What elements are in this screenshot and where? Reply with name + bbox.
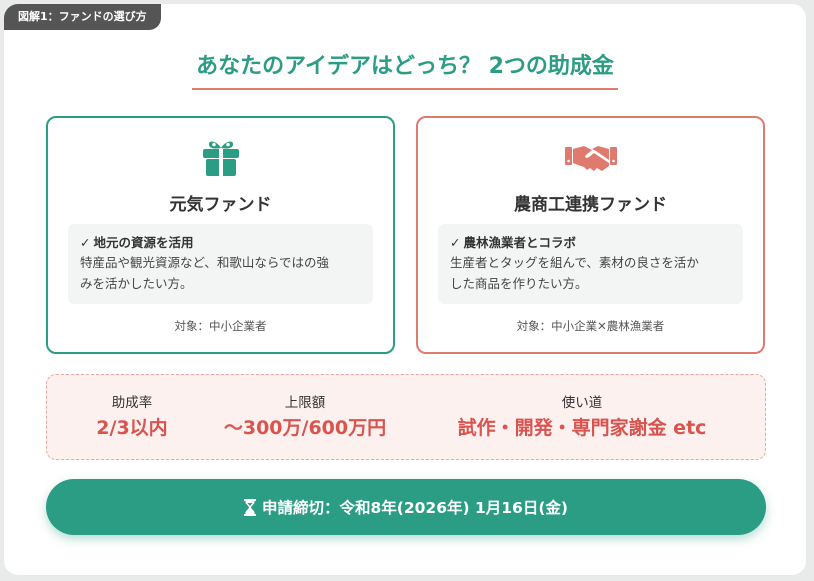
check-icon: ✓ [450, 235, 461, 250]
fund-name: 元気ファンド [169, 195, 272, 215]
fund-card-genki: 元気ファンド ✓ 地元の資源を活用 特産品や観光資源など、和歌山ならではの強 みを… [46, 116, 395, 354]
fund-description-box: ✓ 農林漁業者とコラボ 生産者とタッグを組んで、素材の良さを活か した商品を作りた… [438, 224, 743, 304]
stat-upper-limit: 上限額 〜300万/600万円 [215, 393, 395, 443]
fund-target: 対象：中小企業者 [174, 319, 267, 333]
infographic-card: 図解1：ファンドの選び方 あなたのアイデアはどっち？ 2つの助成金 元気ファンド… [4, 4, 806, 575]
stat-label: 助成率 [111, 395, 153, 411]
stat-value: 2/3以内 [96, 417, 168, 439]
gift-icon [48, 136, 393, 180]
grant-summary-panel: 助成率 2/3以内 上限額 〜300万/600万円 使い道 試作・開発・専門家謝… [46, 374, 766, 460]
hourglass-icon [243, 498, 256, 516]
fund-highlight-text: 地元の資源を活用 [93, 235, 194, 250]
fund-name: 農商工連携ファンド [514, 195, 667, 215]
check-icon: ✓ [80, 235, 91, 250]
deadline-text: 申請締切：令和8年(2026年) 1月16日(金) [261, 499, 568, 517]
fund-description-line: した商品を作りたい方。 [450, 276, 588, 291]
fund-description-line: 特産品や観光資源など、和歌山ならではの強 [80, 255, 330, 270]
fund-highlight: ✓ 地元の資源を活用 [80, 234, 361, 252]
stat-label: 上限額 [284, 395, 326, 411]
stat-subsidy-rate: 助成率 2/3以内 [67, 393, 197, 443]
fund-highlight: ✓ 農林漁業者とコラボ [450, 234, 731, 252]
fund-description-line: 生産者とタッグを組んで、素材の良さを活か [450, 255, 699, 270]
fund-description-line: みを活かしたい方。 [80, 276, 193, 291]
fund-description-box: ✓ 地元の資源を活用 特産品や観光資源など、和歌山ならではの強 みを活かしたい方。 [68, 224, 373, 304]
deadline-banner: 申請締切：令和8年(2026年) 1月16日(金) [46, 479, 766, 535]
page-title: あなたのアイデアはどっち？ 2つの助成金 [4, 48, 806, 90]
page-title-text: あなたのアイデアはどっち？ 2つの助成金 [192, 48, 618, 90]
stat-usage: 使い道 試作・開発・専門家謝金 etc [437, 393, 727, 443]
stat-value: 〜300万/600万円 [223, 417, 387, 439]
figure-tag: 図解1：ファンドの選び方 [4, 4, 161, 30]
stat-value: 試作・開発・専門家謝金 etc [457, 417, 707, 439]
stat-label: 使い道 [561, 395, 603, 411]
fund-card-noshoko: 農商工連携ファンド ✓ 農林漁業者とコラボ 生産者とタッグを組んで、素材の良さを活… [416, 116, 765, 354]
handshake-icon [418, 136, 763, 180]
fund-highlight-text: 農林漁業者とコラボ [463, 235, 576, 250]
fund-target: 対象：中小企業✕農林漁業者 [516, 319, 665, 333]
